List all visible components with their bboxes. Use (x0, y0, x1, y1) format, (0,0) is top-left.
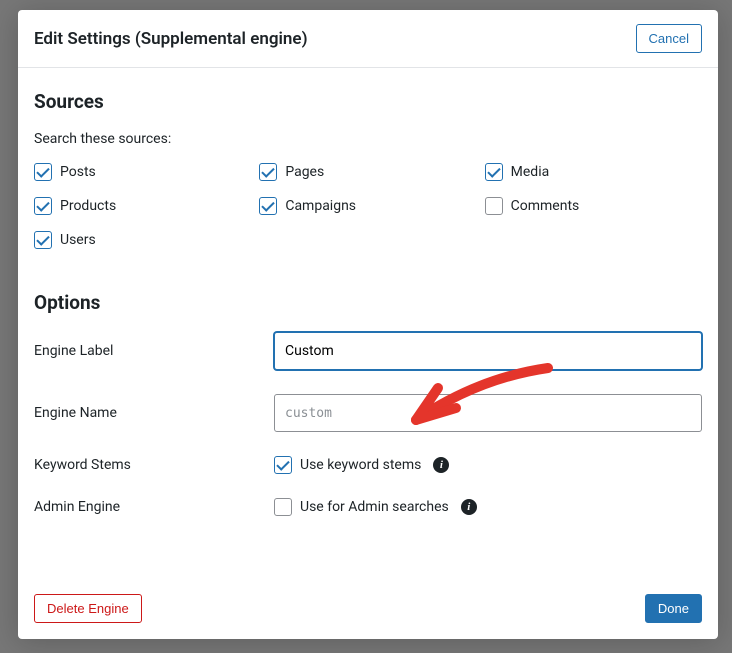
admin-engine-cb-label: Use for Admin searches (300, 499, 449, 515)
source-label: Media (511, 164, 550, 180)
source-pages[interactable]: Pages (259, 163, 476, 181)
cancel-button[interactable]: Cancel (636, 24, 702, 53)
admin-engine-row: Use for Admin searches i (274, 498, 702, 516)
sources-grid: Posts Pages Media Products Campaigns Com… (34, 163, 702, 249)
options-heading: Options (34, 291, 702, 314)
admin-engine-label: Admin Engine (34, 499, 274, 515)
info-icon[interactable]: i (461, 499, 477, 515)
source-comments[interactable]: Comments (485, 197, 702, 215)
done-button[interactable]: Done (645, 594, 702, 623)
info-icon[interactable]: i (433, 457, 449, 473)
sources-heading: Sources (34, 90, 702, 113)
sources-help: Search these sources: (34, 131, 702, 147)
source-campaigns[interactable]: Campaigns (259, 197, 476, 215)
checkbox-icon[interactable] (34, 197, 52, 215)
checkbox-icon[interactable] (259, 197, 277, 215)
engine-label-label: Engine Label (34, 343, 274, 359)
options-grid: Engine Label Engine Name Keyword Stems U… (34, 332, 702, 516)
checkbox-icon[interactable] (34, 163, 52, 181)
source-label: Posts (60, 164, 96, 180)
modal-body: Sources Search these sources: Posts Page… (18, 68, 718, 582)
source-products[interactable]: Products (34, 197, 251, 215)
modal-title: Edit Settings (Supplemental engine) (34, 29, 308, 49)
source-label: Pages (285, 164, 324, 180)
edit-settings-modal: Edit Settings (Supplemental engine) Canc… (18, 10, 718, 639)
keyword-stems-cb-label: Use keyword stems (300, 457, 421, 473)
keyword-stems-row: Use keyword stems i (274, 456, 702, 474)
source-media[interactable]: Media (485, 163, 702, 181)
engine-name-label: Engine Name (34, 405, 274, 421)
source-label: Users (60, 232, 96, 248)
keyword-stems-checkbox[interactable] (274, 456, 292, 474)
checkbox-icon[interactable] (259, 163, 277, 181)
source-posts[interactable]: Posts (34, 163, 251, 181)
engine-name-input[interactable] (274, 394, 702, 432)
modal-footer: Delete Engine Done (18, 582, 718, 639)
modal-header: Edit Settings (Supplemental engine) Canc… (18, 10, 718, 68)
delete-engine-button[interactable]: Delete Engine (34, 594, 142, 623)
checkbox-icon[interactable] (485, 197, 503, 215)
checkbox-icon[interactable] (485, 163, 503, 181)
engine-label-input[interactable] (274, 332, 702, 370)
keyword-stems-label: Keyword Stems (34, 457, 274, 473)
admin-engine-checkbox[interactable] (274, 498, 292, 516)
source-users[interactable]: Users (34, 231, 251, 249)
source-label: Comments (511, 198, 580, 214)
source-label: Campaigns (285, 198, 356, 214)
source-label: Products (60, 198, 116, 214)
checkbox-icon[interactable] (34, 231, 52, 249)
